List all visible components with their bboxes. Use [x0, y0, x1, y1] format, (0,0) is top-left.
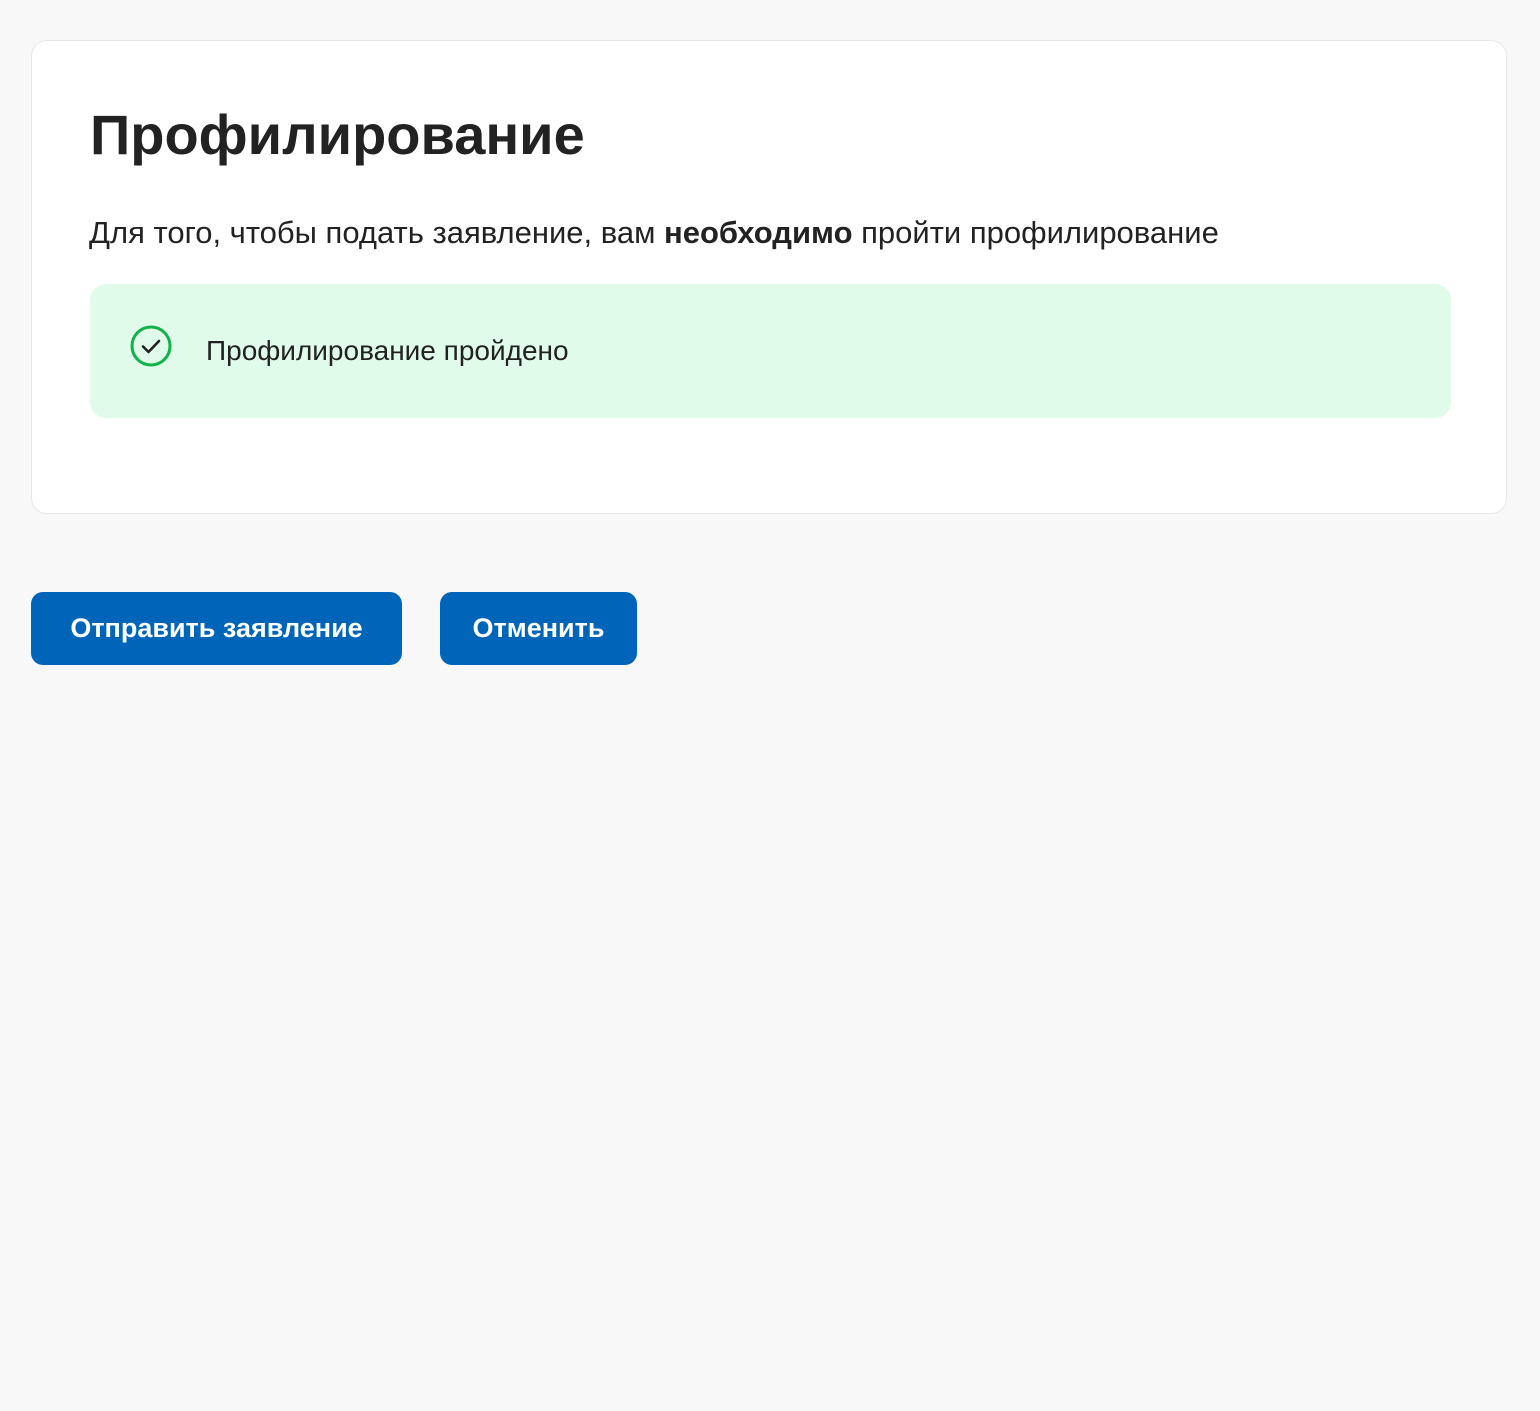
description-text-after: пройти профилирование: [852, 215, 1219, 250]
profiling-status-alert: Профилирование пройдено: [90, 284, 1451, 418]
check-circle-icon: [130, 325, 172, 367]
page-title: Профилирование: [90, 103, 585, 166]
description-text-before: Для того, чтобы подать заявление, вам: [89, 215, 665, 250]
profiling-description: Для того, чтобы подать заявление, вам не…: [89, 213, 1219, 253]
description-emphasis: необходимо: [664, 215, 853, 250]
submit-application-button[interactable]: Отправить заявление: [31, 592, 402, 665]
cancel-button[interactable]: Отменить: [440, 592, 637, 665]
status-text: Профилирование пройдено: [206, 335, 569, 366]
profiling-card: Профилирование Для того, чтобы подать за…: [31, 40, 1507, 514]
